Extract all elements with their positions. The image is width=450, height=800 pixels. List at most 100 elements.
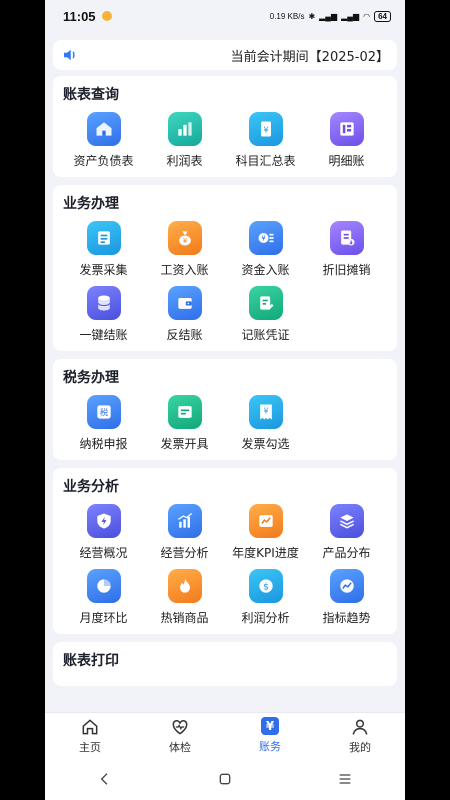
bar-trend-icon xyxy=(167,504,202,538)
main-content[interactable]: 账表查询 资产负债表 利润表 ¥ 科目汇总表 明细账 业务办理 发票采集 ¥ 工… xyxy=(45,76,405,712)
pie-chart-icon xyxy=(86,569,121,603)
signal-icon-2: ▂▄▆ xyxy=(341,11,360,21)
bluetooth-icon: ✱ xyxy=(308,11,316,21)
menu-label: 月度环比 xyxy=(79,611,128,625)
status-indicators: 0.19 KB/s ✱ ▂▄▆ ▂▄▆ ◠ 64 xyxy=(269,10,391,22)
section-print: 账表打印 xyxy=(53,642,397,686)
tab-accounting[interactable]: ¥ 账务 xyxy=(225,713,315,758)
menu-label: 发票采集 xyxy=(79,263,128,277)
menu-fund-entry[interactable]: ¥ 资金入账 xyxy=(225,221,306,278)
ticket-icon xyxy=(167,395,202,429)
wifi-icon: ◠ xyxy=(363,11,371,21)
menu-label: 科目汇总表 xyxy=(235,154,296,168)
edit-document-icon xyxy=(248,286,283,320)
section-title: 账表查询 xyxy=(63,87,119,103)
menu-salary-entry[interactable]: ¥ 工资入账 xyxy=(144,221,225,278)
menu-business-overview[interactable]: 经营概况 xyxy=(63,504,144,561)
system-nav-bar xyxy=(45,758,405,800)
menu-label: 明细账 xyxy=(328,154,365,168)
list-icon xyxy=(86,221,121,255)
status-bar: 11:05 0.19 KB/s ✱ ▂▄▆ ▂▄▆ ◠ 64 xyxy=(45,0,405,32)
menu-label: 年度KPI进度 xyxy=(232,546,299,560)
menu-reverse-close[interactable]: 反结账 xyxy=(144,286,225,343)
menu-label: 利润分析 xyxy=(241,611,290,625)
tab-checkup[interactable]: 体检 xyxy=(135,713,225,758)
menu-hot-products[interactable]: 热销商品 xyxy=(144,569,225,626)
tax-icon: 税 xyxy=(86,395,121,429)
menu-balance-sheet[interactable]: 资产负债表 xyxy=(63,112,144,169)
signal-icon: ▂▄▆ xyxy=(319,11,338,21)
menu-label: 资产负债表 xyxy=(73,154,134,168)
section-title: 业务分析 xyxy=(63,479,119,495)
svg-text:¥: ¥ xyxy=(263,124,268,134)
menu-label: 发票勾选 xyxy=(241,437,290,451)
menu-label: 资金入账 xyxy=(241,263,290,277)
menu-invoice-collect[interactable]: 发票采集 xyxy=(63,221,144,278)
money-bag-icon: ¥ xyxy=(167,221,202,255)
menu-label: 经营概况 xyxy=(79,546,128,560)
wallet-icon xyxy=(167,286,202,320)
home-icon xyxy=(86,112,121,146)
line-chart-icon xyxy=(248,504,283,538)
menu-label: 指标趋势 xyxy=(322,611,371,625)
net-speed: 0.19 KB/s xyxy=(269,11,305,21)
section-analysis: 业务分析 经营概况 经营分析 年度KPI进度 产品分布 月度环比 热销商品 $ … xyxy=(53,468,397,634)
menu-label: 记账凭证 xyxy=(241,328,290,342)
menu-label: 经营分析 xyxy=(160,546,209,560)
period-notice-text: 当前会计期间【2025-02】 xyxy=(230,49,389,65)
user-icon xyxy=(352,719,368,735)
home-icon xyxy=(82,718,98,734)
trend-icon xyxy=(329,569,364,603)
notification-icon xyxy=(101,11,112,21)
tab-label: 体检 xyxy=(169,740,191,754)
heart-pulse-icon xyxy=(172,719,188,735)
tab-mine[interactable]: 我的 xyxy=(315,713,405,758)
fire-icon xyxy=(167,569,202,603)
period-notice[interactable]: 当前会计期间【2025-02】 xyxy=(53,40,397,70)
menu-product-distribution[interactable]: 产品分布 xyxy=(306,504,387,561)
database-icon xyxy=(86,286,121,320)
menu-depreciation[interactable]: 折旧摊销 xyxy=(306,221,387,278)
back-icon[interactable] xyxy=(97,771,113,787)
menu-ledger-detail[interactable]: 明细账 xyxy=(306,112,387,169)
menu-label: 一键结账 xyxy=(79,328,128,342)
menu-income-statement[interactable]: 利润表 xyxy=(144,112,225,169)
svg-text:$: $ xyxy=(263,581,269,592)
phone-screen: 11:05 0.19 KB/s ✱ ▂▄▆ ▂▄▆ ◠ 64 当前会计期间【20… xyxy=(45,0,405,800)
menu-profit-analysis[interactable]: $ 利润分析 xyxy=(225,569,306,626)
tab-label: 账务 xyxy=(259,740,281,753)
receipt-icon: ¥ xyxy=(248,395,283,429)
menu-account-summary[interactable]: ¥ 科目汇总表 xyxy=(225,112,306,169)
menu-label: 纳税申报 xyxy=(79,437,128,451)
tab-label: 主页 xyxy=(79,740,101,754)
menu-voucher[interactable]: 记账凭证 xyxy=(225,286,306,343)
menu-invoice-issue[interactable]: 发票开具 xyxy=(144,395,225,452)
section-title: 税务办理 xyxy=(63,370,119,386)
menu-one-click-close[interactable]: 一键结账 xyxy=(63,286,144,343)
status-time: 11:05 xyxy=(63,8,96,24)
menu-label: 热销商品 xyxy=(160,611,209,625)
bar-chart-icon xyxy=(167,112,202,146)
layers-icon xyxy=(329,504,364,538)
home-button-icon[interactable] xyxy=(217,771,233,787)
menu-invoice-select[interactable]: ¥ 发票勾选 xyxy=(225,395,306,452)
menu-icon[interactable] xyxy=(337,771,353,787)
menu-label: 发票开具 xyxy=(160,437,209,451)
menu-kpi-progress[interactable]: 年度KPI进度 xyxy=(225,504,306,561)
coin-list-icon: ¥ xyxy=(248,221,283,255)
tab-home[interactable]: 主页 xyxy=(45,713,135,758)
tab-bar: 主页 体检 ¥ 账务 我的 xyxy=(45,712,405,758)
section-title: 业务办理 xyxy=(63,196,119,212)
menu-month-on-month[interactable]: 月度环比 xyxy=(63,569,144,626)
menu-business-analysis[interactable]: 经营分析 xyxy=(144,504,225,561)
menu-label: 反结账 xyxy=(166,328,203,342)
svg-text:税: 税 xyxy=(99,407,108,417)
menu-tax-declaration[interactable]: 税 纳税申报 xyxy=(63,395,144,452)
svg-text:¥: ¥ xyxy=(182,237,186,245)
section-report-query: 账表查询 资产负债表 利润表 ¥ 科目汇总表 明细账 xyxy=(53,76,397,177)
svg-text:¥: ¥ xyxy=(261,235,265,243)
menu-indicator-trend[interactable]: 指标趋势 xyxy=(306,569,387,626)
dollar-coin-icon: $ xyxy=(248,569,283,603)
menu-label: 工资入账 xyxy=(160,263,209,277)
document-download-icon xyxy=(329,221,364,255)
